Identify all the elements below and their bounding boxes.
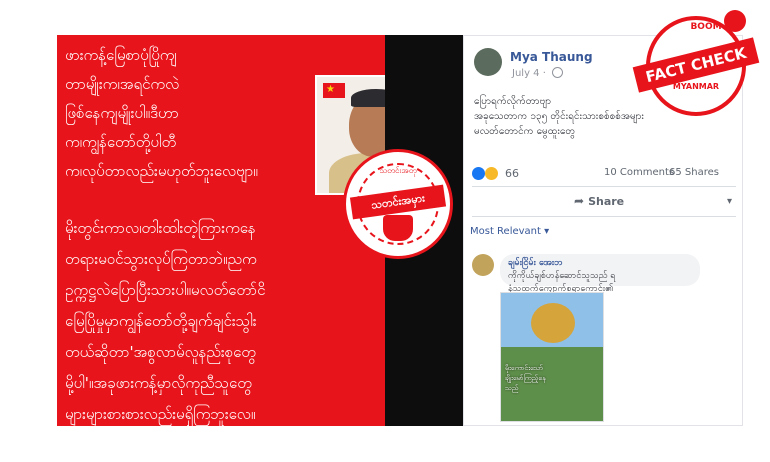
reaction-summary[interactable]: 66 xyxy=(472,166,519,180)
boom-label: BOOM xyxy=(690,22,722,32)
quote-text-top: ဖားကန့်မြေစာပုံပြိုကျ တာမျိုးက၊အရင်ကလဲ ဖ… xyxy=(65,46,258,180)
stamp-top-text: သတင်းအတု xyxy=(379,166,417,175)
comment-bubble: ချမ်းငြိမ်း အေးဘ ကိုကိုယ်ချစ်ဟန်ဆောင်သူသ… xyxy=(500,254,700,294)
comment-image[interactable]: မိုးကောင်းသော် ချိုးမော်ကြည့်နေ သည် xyxy=(500,292,604,422)
fake-news-stamp: သတင်းအတု သတင်းအမှား xyxy=(343,149,453,259)
party-flag-icon: ★ xyxy=(323,83,345,98)
comment-image-caption: မိုးကောင်းသော် ချိုးမော်ကြည့်နေ သည် xyxy=(505,364,546,392)
thumbs-down-icon xyxy=(383,215,413,241)
share-arrow-icon: ➦ xyxy=(574,194,585,208)
commenter-name[interactable]: ချမ်းငြိမ်း အေးဘ xyxy=(508,257,692,270)
golden-rock-image xyxy=(531,303,575,343)
reaction-count: 66 xyxy=(505,166,519,180)
like-reaction-icon xyxy=(472,166,485,180)
divider-line xyxy=(472,186,736,187)
comments-count[interactable]: 10 Comments xyxy=(604,167,674,178)
poster-name[interactable]: Mya Thaung xyxy=(510,50,593,64)
quote-card: ဖားကန့်မြေစာပုံပြိုကျ တာမျိုးက၊အရင်ကလဲ ဖ… xyxy=(57,35,433,426)
audience-menu-caret-icon[interactable]: ▾ xyxy=(727,196,732,207)
share-label: Share xyxy=(588,195,625,208)
quote-text-bottom: မိုးတွင်းကာလ၊တါးထါးတဲ့ကြားကနေ တရားမဝင်သွ… xyxy=(65,219,266,423)
post-date[interactable]: July 4 · xyxy=(512,68,546,79)
share-button[interactable]: ➦ Share xyxy=(574,194,624,208)
screenshot-canvas: ဖားကန့်မြေစာပုံပြိုကျ တာမျိုးက၊အရင်ကလဲ ဖ… xyxy=(0,0,770,462)
shares-count[interactable]: 65 Shares xyxy=(669,167,719,178)
myanmar-label: MYANMAR xyxy=(672,82,720,91)
wow-reaction-icon xyxy=(484,166,498,180)
globe-icon xyxy=(552,67,563,78)
comment-sort-dropdown[interactable]: Most Relevant ▾ xyxy=(470,226,549,237)
divider-line xyxy=(472,216,736,217)
commenter-avatar[interactable] xyxy=(472,254,494,276)
poster-avatar[interactable] xyxy=(474,48,502,76)
boom-fact-check-logo: BOOM FACT CHECK MYANMAR xyxy=(632,10,762,118)
